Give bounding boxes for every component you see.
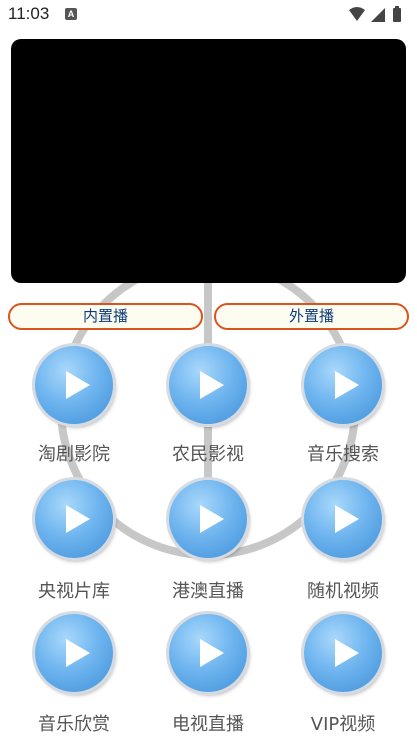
play-icon xyxy=(304,614,382,692)
tile-music-search[interactable]: 音乐搜索 xyxy=(283,346,403,474)
video-player[interactable] xyxy=(11,39,406,283)
play-icon xyxy=(169,480,247,558)
status-icons xyxy=(349,6,401,22)
tile-label: 央视片库 xyxy=(38,581,110,602)
play-icon xyxy=(169,614,247,692)
tile-taoju[interactable]: 淘剧影院 xyxy=(14,346,134,474)
play-icon xyxy=(304,480,382,558)
tile-label: VIP视频 xyxy=(310,714,376,735)
play-icon xyxy=(35,480,113,558)
tile-label: 港澳直播 xyxy=(172,581,244,602)
wifi-icon xyxy=(349,7,365,21)
notification-icon: A xyxy=(65,8,77,20)
play-icon xyxy=(35,614,113,692)
inner-player-button[interactable]: 内置播 xyxy=(8,303,203,330)
play-icon xyxy=(304,346,382,424)
tile-vip-video[interactable]: VIP视频 xyxy=(283,614,403,741)
tile-label: 音乐搜索 xyxy=(307,444,379,465)
signal-icon xyxy=(371,8,385,22)
tile-label: 音乐欣赏 xyxy=(38,714,110,735)
tile-random-video[interactable]: 随机视频 xyxy=(283,480,403,608)
tile-label: 电视直播 xyxy=(172,714,244,735)
outer-player-button[interactable]: 外置播 xyxy=(214,303,409,330)
play-icon xyxy=(169,346,247,424)
tile-tv-live[interactable]: 电视直播 xyxy=(148,614,268,741)
tile-nongmin[interactable]: 农民影视 xyxy=(148,346,268,474)
play-icon xyxy=(35,346,113,424)
status-time: 11:03 xyxy=(8,4,50,23)
tile-label: 农民影视 xyxy=(172,444,244,465)
battery-icon xyxy=(393,8,401,22)
tile-label: 随机视频 xyxy=(307,581,379,602)
tile-music-appreciation[interactable]: 音乐欣赏 xyxy=(14,614,134,741)
tile-cctv-library[interactable]: 央视片库 xyxy=(14,480,134,608)
tile-hkmo-live[interactable]: 港澳直播 xyxy=(148,480,268,608)
status-bar: 11:03 A xyxy=(0,0,417,30)
tile-label: 淘剧影院 xyxy=(38,444,110,465)
